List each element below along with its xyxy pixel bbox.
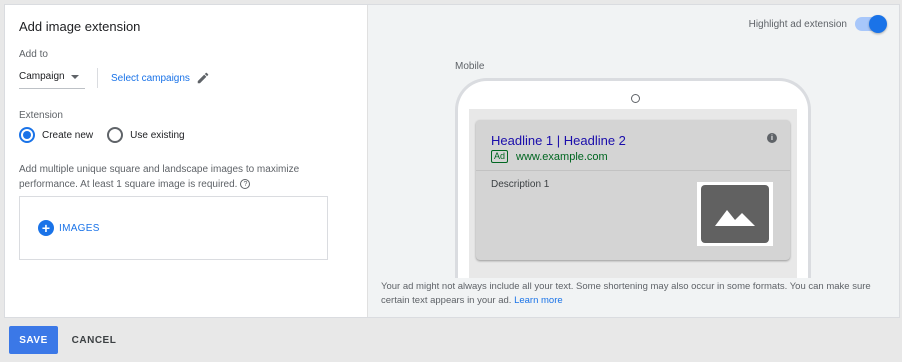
ad-preview-panel: Highlight ad extension Mobile Headline 1… bbox=[368, 5, 899, 317]
divider bbox=[97, 68, 98, 88]
select-campaigns-link[interactable]: Select campaigns bbox=[111, 73, 190, 84]
question-circle-icon[interactable]: ? bbox=[240, 179, 251, 190]
ad-divider bbox=[476, 170, 790, 171]
footer-bar: SAVE CANCEL bbox=[0, 318, 902, 362]
mountain-image-icon bbox=[701, 185, 769, 243]
highlight-label: Highlight ad extension bbox=[748, 18, 847, 30]
extension-radio-group: Create new Use existing bbox=[19, 127, 353, 143]
ad-url-row: Ad www.example.com bbox=[491, 150, 608, 163]
images-help-text: Add multiple unique square and landscape… bbox=[19, 162, 319, 192]
cancel-button[interactable]: CANCEL bbox=[64, 326, 124, 354]
add-images-button[interactable]: IMAGES bbox=[59, 223, 100, 234]
caret-down-icon bbox=[70, 74, 79, 79]
radio-create-new[interactable] bbox=[19, 127, 35, 143]
extension-label: Extension bbox=[19, 110, 63, 121]
radio-use-existing[interactable] bbox=[107, 127, 124, 143]
radio-create-new-label[interactable]: Create new bbox=[42, 130, 93, 141]
extension-form-panel: Add image extension Add to Campaign Sele… bbox=[5, 5, 368, 317]
panel-title: Add image extension bbox=[19, 19, 141, 34]
note-text: Your ad might not always include all you… bbox=[381, 281, 871, 306]
help-text: Add multiple unique square and landscape… bbox=[19, 164, 300, 190]
plus-circle-icon[interactable]: + bbox=[38, 220, 54, 236]
phone-screen: Headline 1 | Headline 2 i Ad www.example… bbox=[469, 109, 797, 278]
camera-icon bbox=[631, 94, 640, 103]
highlight-toggle[interactable] bbox=[855, 15, 887, 33]
image-extension-card: Add image extension Add to Campaign Sele… bbox=[4, 4, 900, 318]
ad-badge: Ad bbox=[491, 150, 509, 163]
ad-image-thumbnail bbox=[697, 182, 773, 246]
preview-note: Your ad might not always include all you… bbox=[381, 280, 881, 307]
toggle-knob bbox=[869, 15, 887, 33]
add-to-label: Add to bbox=[19, 49, 48, 60]
mobile-label: Mobile bbox=[455, 61, 485, 72]
ad-preview-card: Headline 1 | Headline 2 i Ad www.example… bbox=[476, 120, 790, 260]
highlight-extension-row: Highlight ad extension bbox=[748, 15, 887, 33]
ad-url: www.example.com bbox=[516, 150, 608, 163]
add-to-value: Campaign bbox=[19, 71, 65, 82]
ad-headline: Headline 1 | Headline 2 bbox=[491, 133, 626, 148]
ad-description: Description 1 bbox=[491, 179, 550, 190]
learn-more-link[interactable]: Learn more bbox=[514, 295, 563, 306]
add-to-dropdown[interactable]: Campaign bbox=[19, 67, 85, 89]
phone-frame: Headline 1 | Headline 2 i Ad www.example… bbox=[455, 78, 811, 278]
images-upload-box: + IMAGES bbox=[19, 196, 328, 260]
info-icon[interactable]: i bbox=[767, 133, 777, 143]
add-to-row: Campaign Select campaigns bbox=[19, 66, 353, 90]
save-button[interactable]: SAVE bbox=[9, 326, 58, 354]
pencil-icon[interactable] bbox=[196, 71, 210, 85]
radio-use-existing-label[interactable]: Use existing bbox=[130, 130, 184, 141]
